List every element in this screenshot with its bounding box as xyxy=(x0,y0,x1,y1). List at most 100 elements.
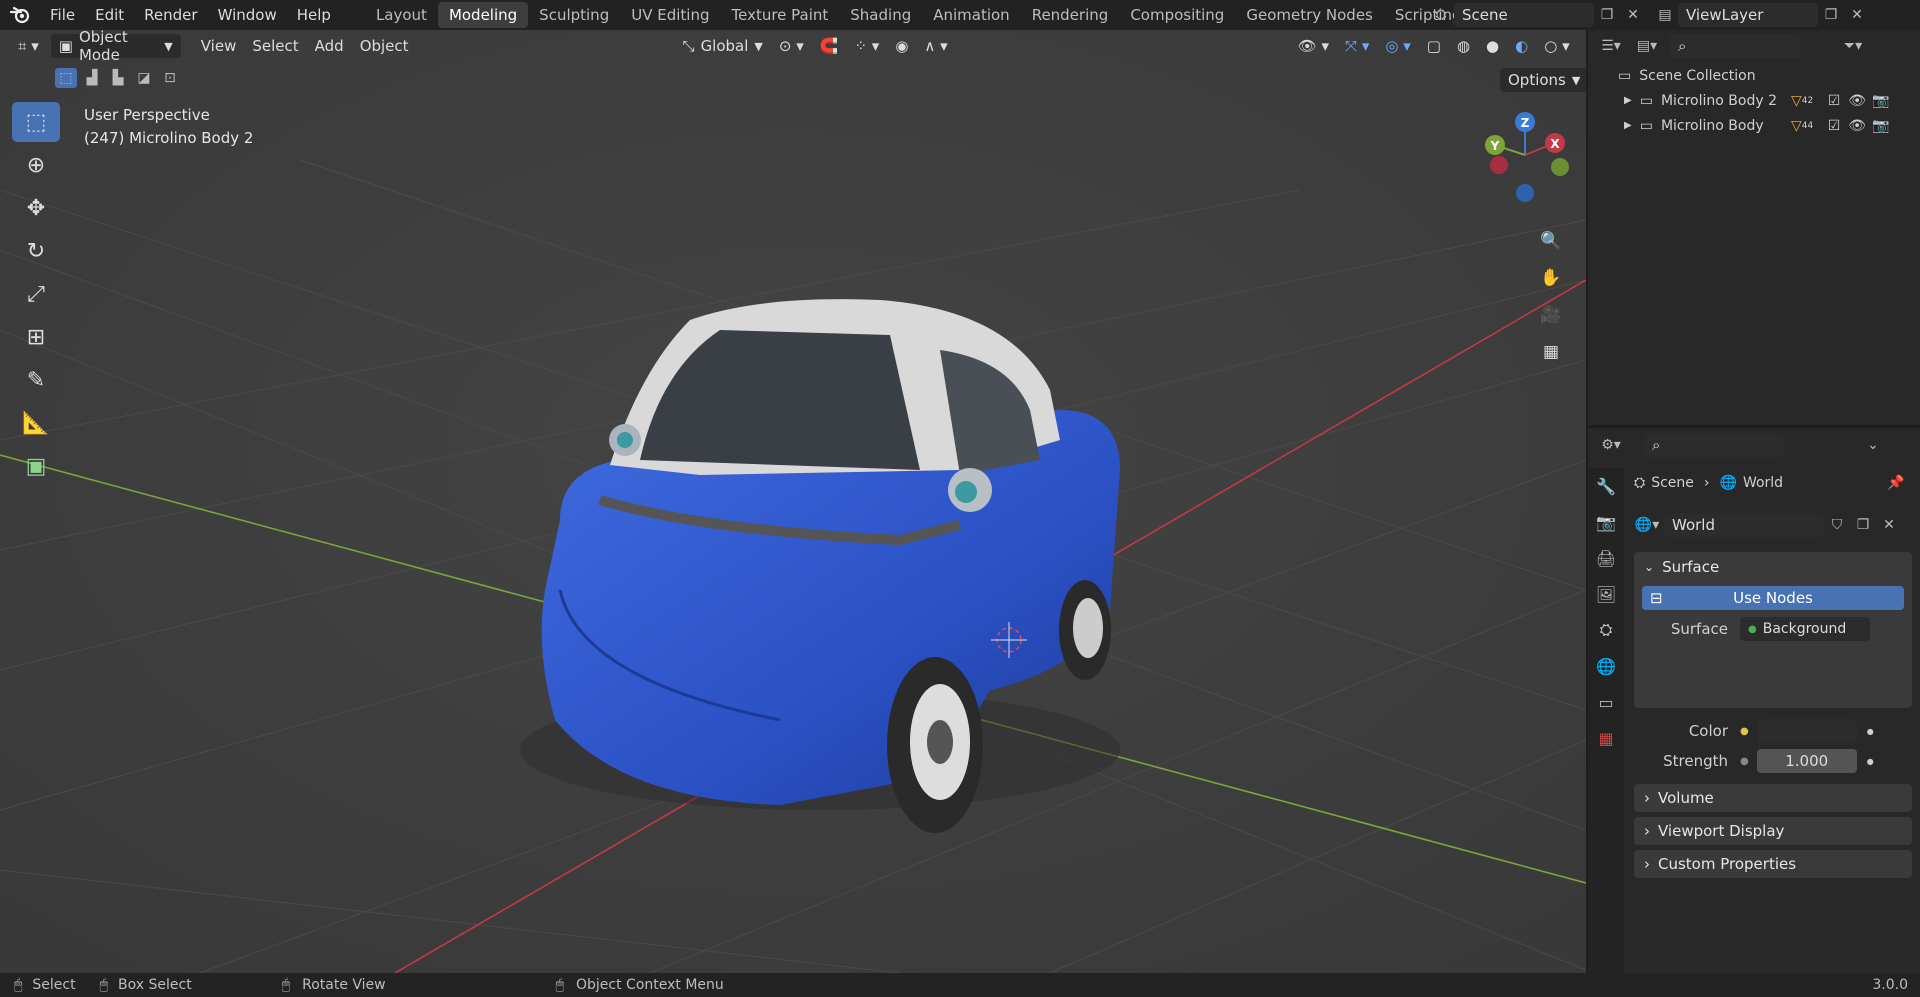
options-dropdown[interactable]: Options ▼ xyxy=(1500,68,1586,92)
rotate-icon[interactable]: ↻ xyxy=(12,231,60,271)
checkbox-icon[interactable]: ☑ xyxy=(1828,118,1841,134)
gizmo-toggle-icon[interactable]: ⤧ ▾ xyxy=(1337,34,1377,58)
tab-uv-editing[interactable]: UV Editing xyxy=(620,2,720,28)
view-layer-field[interactable]: ViewLayer xyxy=(1678,3,1818,27)
tab-shading[interactable]: Shading xyxy=(839,2,922,28)
measure-icon[interactable]: 📐 xyxy=(12,403,60,443)
overlays-icon[interactable]: ◎ ▾ xyxy=(1377,34,1418,58)
eye-icon[interactable]: 👁 xyxy=(1848,118,1866,134)
proportional-edit-icon[interactable]: ◉ xyxy=(887,34,916,58)
snap-target-icon[interactable]: ⁘ ▾ xyxy=(846,34,887,58)
material-shading-icon[interactable]: ◐ xyxy=(1507,34,1536,58)
expand-arrow-icon[interactable]: ▶ xyxy=(1624,95,1632,106)
custom-properties-panel[interactable]: › Custom Properties xyxy=(1634,850,1912,878)
tab-geometry-nodes[interactable]: Geometry Nodes xyxy=(1235,2,1384,28)
breadcrumb-scene[interactable]: Scene xyxy=(1651,475,1694,491)
keyframe-dot-icon[interactable]: ● xyxy=(1867,757,1874,766)
strength-input[interactable]: 1.000 xyxy=(1756,749,1857,773)
pan-hand-icon[interactable]: ✋ xyxy=(1536,263,1566,293)
delete-scene-icon[interactable]: ✕ xyxy=(1620,3,1646,27)
new-view-layer-icon[interactable]: ❐ xyxy=(1818,3,1844,27)
color-swatch[interactable] xyxy=(1756,719,1857,743)
menu-file[interactable]: File xyxy=(40,0,85,30)
menu-help[interactable]: Help xyxy=(287,0,341,30)
menu-view[interactable]: View xyxy=(193,34,245,58)
modifier-icon[interactable]: ▽ xyxy=(1791,118,1802,134)
filter-icon[interactable]: ⏷▾ xyxy=(1840,34,1866,58)
strength-socket-icon[interactable]: ● xyxy=(1740,756,1749,767)
checkbox-icon[interactable]: ☑ xyxy=(1828,93,1841,109)
editor-type-icon[interactable]: ⌗ ▾ xyxy=(10,34,47,58)
use-nodes-button[interactable]: ⊟ Use Nodes xyxy=(1642,586,1904,610)
tab-modeling[interactable]: Modeling xyxy=(437,2,529,28)
tab-rendering[interactable]: Rendering xyxy=(1021,2,1120,28)
cursor-icon[interactable]: ⊕ xyxy=(12,145,60,185)
expand-arrow-icon[interactable]: ▶ xyxy=(1624,120,1632,131)
surface-panel-header[interactable]: ⌄ Surface xyxy=(1634,552,1912,582)
select-intersect-icon[interactable]: ⊡ xyxy=(159,68,181,88)
select-box-icon[interactable]: ⬚ xyxy=(12,102,60,142)
view-layer-icon[interactable]: ▤ xyxy=(1652,3,1678,27)
scene-collection-row[interactable]: ▭ Scene Collection xyxy=(1588,64,1920,88)
menu-select[interactable]: Select xyxy=(244,34,306,58)
volume-panel[interactable]: › Volume xyxy=(1634,784,1912,812)
new-world-icon[interactable]: ❐ xyxy=(1850,513,1876,537)
annotate-icon[interactable]: ✎ xyxy=(12,360,60,400)
select-invert-icon[interactable]: ◪ xyxy=(133,68,155,88)
menu-add[interactable]: Add xyxy=(307,34,352,58)
navigation-gizmo[interactable]: Z X Y xyxy=(1470,105,1580,205)
tool-tab-icon[interactable]: 🔧 xyxy=(1588,468,1624,504)
properties-editor-icon[interactable]: ⚙▾ xyxy=(1598,433,1624,457)
transform-icon[interactable]: ⊞ xyxy=(12,317,60,357)
tab-sculpting[interactable]: Sculpting xyxy=(528,2,620,28)
display-mode-icon[interactable]: ▤▾ xyxy=(1634,34,1660,58)
menu-object[interactable]: Object xyxy=(352,34,417,58)
collection-tab-icon[interactable]: ▭ xyxy=(1588,684,1624,720)
tab-texture-paint[interactable]: Texture Paint xyxy=(720,2,839,28)
blender-logo-icon[interactable] xyxy=(0,0,40,30)
outliner-search-input[interactable]: ⌕ xyxy=(1670,34,1800,58)
fake-user-shield-icon[interactable]: ⛉ xyxy=(1824,513,1850,537)
pin-icon[interactable]: 📌 xyxy=(1887,475,1904,491)
world-browse-icon[interactable]: 🌐▾ xyxy=(1634,513,1660,537)
menu-edit[interactable]: Edit xyxy=(85,0,134,30)
outliner-row[interactable]: ▶ ▭ Microlino Body 2 ▽ 42 ☑ 👁 📷 xyxy=(1588,88,1920,113)
surface-shader-field[interactable]: ● Background xyxy=(1740,617,1870,641)
xray-icon[interactable]: ▢ xyxy=(1419,34,1449,58)
mode-selector[interactable]: ▣ Object Mode ▼ xyxy=(50,30,181,64)
solid-shading-icon[interactable]: ● xyxy=(1478,34,1507,58)
unlink-world-icon[interactable]: ✕ xyxy=(1876,513,1902,537)
zoom-icon[interactable]: 🔍 xyxy=(1536,226,1566,256)
tab-animation[interactable]: Animation xyxy=(922,2,1020,28)
breadcrumb-world[interactable]: World xyxy=(1743,475,1783,491)
keyframe-dot-icon[interactable]: ● xyxy=(1867,727,1874,736)
falloff-icon[interactable]: ∧ ▾ xyxy=(916,34,955,58)
outliner-editor-icon[interactable]: ☰▾ xyxy=(1598,34,1624,58)
output-tab-icon[interactable]: 🖨 xyxy=(1588,540,1624,576)
viewport-display-panel[interactable]: › Viewport Display xyxy=(1634,817,1912,845)
color-socket-icon[interactable]: ● xyxy=(1740,726,1749,737)
tab-layout[interactable]: Layout xyxy=(365,2,438,28)
modifier-icon[interactable]: ▽ xyxy=(1791,93,1802,109)
render-camera-icon[interactable]: 📷 xyxy=(1872,118,1889,134)
render-camera-icon[interactable]: 📷 xyxy=(1872,93,1889,109)
move-icon[interactable]: ✥ xyxy=(12,188,60,228)
properties-search-input[interactable]: ⌕ xyxy=(1644,433,1784,457)
delete-view-layer-icon[interactable]: ✕ xyxy=(1844,3,1870,27)
pivot-point-icon[interactable]: ⊙ ▾ xyxy=(771,34,812,58)
scene-icon[interactable]: ⛭ xyxy=(1428,3,1454,27)
new-scene-icon[interactable]: ❐ xyxy=(1594,3,1620,27)
texture-tab-icon[interactable]: ▦ xyxy=(1588,720,1624,756)
chevron-down-icon[interactable]: ⌄ xyxy=(1860,433,1886,457)
scale-icon[interactable]: ⤢ xyxy=(12,274,60,314)
ortho-grid-icon[interactable]: ▦ xyxy=(1536,337,1566,367)
select-new-icon[interactable]: ⬚ xyxy=(55,68,77,88)
select-extend-icon[interactable]: ▟ xyxy=(81,68,103,88)
world-name-field[interactable]: World xyxy=(1664,513,1824,537)
scene-field[interactable]: Scene xyxy=(1454,3,1594,27)
render-tab-icon[interactable]: 📷 xyxy=(1588,504,1624,540)
tab-compositing[interactable]: Compositing xyxy=(1119,2,1235,28)
snap-icon[interactable]: 🧲 xyxy=(812,34,847,58)
menu-render[interactable]: Render xyxy=(134,0,207,30)
3d-viewport[interactable]: ⌗ ▾ ▣ Object Mode ▼ View Select Add Obje… xyxy=(0,30,1586,973)
